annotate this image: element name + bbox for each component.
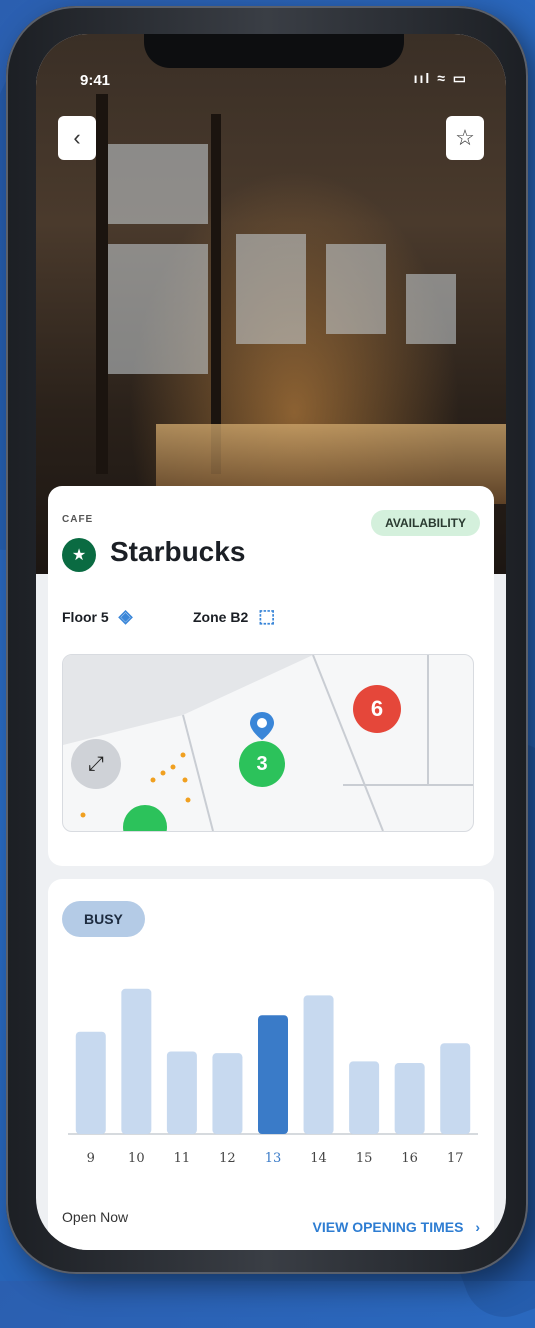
- status-time: 9:41: [80, 72, 111, 89]
- busy-tick-label-9: 9: [87, 1151, 95, 1166]
- phone-frame: 9:41 ııl ≈ ▭ ‹ ☆ CAFE AVAILABILITY ★ Sta…: [6, 6, 528, 1274]
- place-card: CAFE AVAILABILITY ★ Starbucks Floor 5 ◈ …: [48, 486, 494, 866]
- place-title: Starbucks: [110, 536, 246, 567]
- busy-bar-9[interactable]: [75, 1031, 106, 1134]
- status-icons: ııl ≈ ▭: [413, 70, 468, 86]
- busy-bar-15[interactable]: [349, 1061, 380, 1134]
- expand-icon: ⤢: [88, 752, 104, 775]
- busy-tick-label-17: 17: [447, 1151, 464, 1166]
- busy-tick-label-12: 12: [219, 1151, 236, 1166]
- busy-card: BUSY 9 10 11 12 13 14 15 16 17 Open Now VIEW OPE…: [48, 879, 494, 1250]
- busy-bar-12[interactable]: [212, 1053, 243, 1134]
- open-now-label: Open Now: [62, 1209, 129, 1225]
- starbucks-logo-icon: ★: [62, 538, 96, 572]
- chevron-right-icon: ›: [475, 1219, 480, 1235]
- location-marker-icon: [249, 711, 275, 741]
- busy-tick-label-10: 10: [128, 1151, 145, 1166]
- view-opening-times-label: VIEW OPENING TIMES: [312, 1219, 464, 1235]
- map-pin-red[interactable]: 6: [353, 685, 401, 733]
- floor-label: Floor 5: [62, 608, 109, 625]
- busy-chart-svg: 9 10 11 12 13 14 15 16 17: [68, 988, 478, 1166]
- zone-info: Zone B2 ⬚: [193, 606, 275, 627]
- favorite-button[interactable]: ☆: [446, 116, 484, 160]
- busy-bar-17[interactable]: [440, 1043, 471, 1134]
- busy-bar-16[interactable]: [394, 1063, 425, 1134]
- map-pin-green[interactable]: 3: [239, 741, 285, 787]
- category-label: CAFE: [62, 514, 94, 525]
- expand-map-button[interactable]: ⤢: [71, 739, 121, 789]
- camera-notch: [144, 34, 404, 68]
- busy-chart: 9 10 11 12 13 14 15 16 17: [68, 949, 478, 1179]
- busy-bar-14[interactable]: [303, 995, 334, 1134]
- floor-map[interactable]: 6 3 ⤢: [62, 654, 474, 832]
- layers-icon: ◈: [118, 606, 133, 626]
- busy-bar-13[interactable]: [258, 1015, 288, 1134]
- zone-label: Zone B2: [193, 608, 249, 625]
- busy-tick-label-15: 15: [356, 1151, 373, 1166]
- busy-tick-label-14: 14: [310, 1151, 327, 1166]
- chevron-left-icon: ‹: [73, 125, 81, 150]
- busy-bar-10[interactable]: [121, 988, 152, 1134]
- view-opening-times-link[interactable]: VIEW OPENING TIMES ›: [313, 1219, 480, 1235]
- busy-tick-label-11: 11: [174, 1151, 191, 1166]
- star-icon: ☆: [455, 125, 475, 150]
- busy-tick-label-13: 13: [265, 1151, 282, 1166]
- floor-info: Floor 5 ◈: [62, 606, 133, 627]
- busy-bar-11[interactable]: [166, 1051, 197, 1135]
- zone-selection-icon: ⬚: [258, 606, 276, 626]
- availability-button[interactable]: AVAILABILITY: [371, 510, 480, 536]
- back-button[interactable]: ‹: [58, 116, 96, 160]
- busy-tick-label-16: 16: [401, 1151, 418, 1166]
- busy-badge: BUSY: [62, 901, 145, 937]
- screen: 9:41 ııl ≈ ▭ ‹ ☆ CAFE AVAILABILITY ★ Sta…: [36, 34, 506, 1250]
